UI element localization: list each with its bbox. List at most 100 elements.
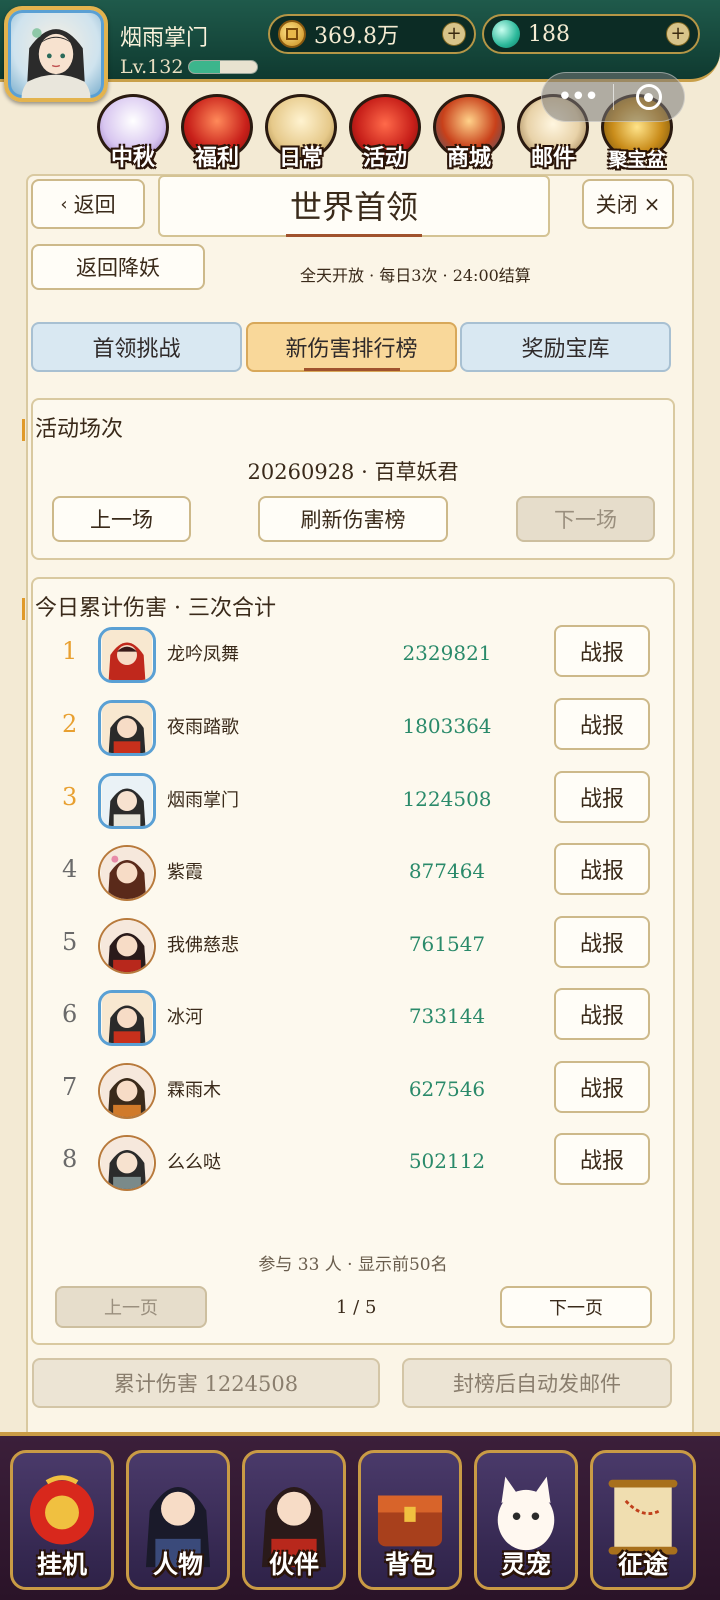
close-label: 关闭 bbox=[595, 193, 638, 217]
table-row: 3 烟雨掌门 1224508 战报 bbox=[52, 771, 652, 831]
damage-value: 877464 bbox=[408, 859, 486, 883]
more-options-icon[interactable]: ••• bbox=[542, 82, 613, 112]
exit-miniprogram-button[interactable] bbox=[614, 84, 685, 110]
jade-icon bbox=[492, 20, 520, 48]
player-name: 紫霞 bbox=[167, 862, 203, 883]
table-row: 7 霖雨木 627546 战报 bbox=[52, 1061, 652, 1121]
damage-value: 1224508 bbox=[402, 787, 492, 811]
level-progress-bar bbox=[188, 60, 258, 74]
jade-value: 188 bbox=[528, 21, 570, 47]
auto-mail-notice: 封榜后自动发邮件 bbox=[402, 1358, 672, 1408]
rank-number: 3 bbox=[62, 783, 78, 811]
battle-report-button[interactable]: 战报 bbox=[554, 1061, 650, 1113]
title-underline bbox=[286, 234, 422, 237]
tab-boss-challenge[interactable]: 首领挑战 bbox=[31, 322, 242, 372]
icon-label: 商城 bbox=[446, 145, 491, 171]
rank-number: 4 bbox=[62, 855, 78, 883]
page-title: 世界首领 bbox=[158, 175, 550, 237]
battle-report-button[interactable]: 战报 bbox=[554, 625, 650, 677]
avatar bbox=[98, 700, 156, 756]
battle-report-button[interactable]: 战报 bbox=[554, 1133, 650, 1185]
bottom-navigation: 挂机 人物 伙伴 背包 灵宠 征途 bbox=[0, 1432, 720, 1600]
rank-number: 2 bbox=[62, 710, 78, 738]
battle-report-button[interactable]: 战报 bbox=[554, 916, 650, 968]
damage-value: 1803364 bbox=[402, 714, 492, 738]
previous-session-button[interactable]: 上一场 bbox=[52, 496, 191, 542]
table-row: 1 龙吟凤舞 2329821 战报 bbox=[52, 625, 652, 685]
icon-label: 中秋 bbox=[110, 145, 155, 171]
session-title: 活动场次 bbox=[22, 419, 123, 441]
previous-page-button[interactable]: 上一页 bbox=[55, 1286, 207, 1328]
damage-value: 2329821 bbox=[402, 641, 492, 665]
nav-label: 人物 bbox=[152, 1550, 203, 1579]
table-row: 5 我佛慈悲 761547 战报 bbox=[52, 916, 652, 976]
battle-report-button[interactable]: 战报 bbox=[554, 843, 650, 895]
nav-backpack[interactable]: 背包 bbox=[358, 1450, 462, 1590]
player-portrait-icon bbox=[21, 28, 91, 98]
icon-events[interactable]: 活动 bbox=[346, 92, 424, 172]
icon-daily[interactable]: 日常 bbox=[262, 92, 340, 172]
refresh-ranking-button[interactable]: 刷新伤害榜 bbox=[258, 496, 448, 542]
next-session-button[interactable]: 下一场 bbox=[516, 496, 655, 542]
icon-label: 日常 bbox=[278, 145, 323, 171]
avatar bbox=[98, 918, 156, 974]
damage-value: 627546 bbox=[408, 1077, 486, 1101]
battle-report-button[interactable]: 战报 bbox=[554, 771, 650, 823]
battle-report-button[interactable]: 战报 bbox=[554, 698, 650, 750]
rank-number: 6 bbox=[62, 1000, 78, 1028]
nav-label: 征途 bbox=[617, 1550, 668, 1579]
avatar bbox=[98, 1135, 156, 1191]
damage-value: 733144 bbox=[408, 1004, 486, 1028]
icon-label: 邮件 bbox=[530, 145, 575, 171]
nav-idle[interactable]: 挂机 bbox=[10, 1450, 114, 1590]
jade-counter: 188 + bbox=[482, 14, 700, 54]
page-indicator: 1 / 5 bbox=[336, 1297, 377, 1318]
back-to-demon-subduing-button[interactable]: 返回降妖 bbox=[31, 244, 205, 290]
close-icon: × bbox=[643, 192, 661, 216]
close-button[interactable]: 关闭 × bbox=[582, 179, 674, 229]
coin-value: 369.8万 bbox=[314, 24, 399, 49]
nav-label: 伙伴 bbox=[268, 1550, 319, 1579]
damage-value: 761547 bbox=[408, 932, 486, 956]
player-name: 夜雨踏歌 bbox=[167, 717, 239, 738]
back-label: 返回 bbox=[73, 193, 116, 217]
tab-reward-vault[interactable]: 奖励宝库 bbox=[460, 322, 671, 372]
nav-spirit-pet[interactable]: 灵宠 bbox=[474, 1450, 578, 1590]
icon-label: 活动 bbox=[362, 145, 407, 171]
player-name: 我佛慈悲 bbox=[167, 935, 239, 956]
nav-character[interactable]: 人物 bbox=[126, 1450, 230, 1590]
nav-journey[interactable]: 征途 bbox=[590, 1450, 696, 1590]
nav-label: 挂机 bbox=[36, 1550, 87, 1579]
player-name: 么么哒 bbox=[167, 1152, 221, 1173]
back-button[interactable]: ‹ 返回 bbox=[31, 179, 145, 229]
table-row: 2 夜雨踏歌 1803364 战报 bbox=[52, 698, 652, 758]
nav-label: 灵宠 bbox=[500, 1550, 551, 1579]
next-page-button[interactable]: 下一页 bbox=[500, 1286, 652, 1328]
player-name: 冰河 bbox=[167, 1007, 203, 1028]
target-icon bbox=[635, 84, 662, 110]
icon-mid-autumn[interactable]: 中秋 bbox=[94, 92, 172, 172]
add-coins-button[interactable]: + bbox=[442, 22, 466, 46]
icon-label: 聚宝盆 bbox=[608, 149, 666, 171]
table-row: 6 冰河 733144 战报 bbox=[52, 988, 652, 1048]
miniprogram-capsule: ••• bbox=[541, 72, 685, 122]
player-name: 烟雨掌门 bbox=[120, 26, 209, 51]
tab-damage-ranking[interactable]: 新伤害排行榜 bbox=[246, 322, 457, 372]
player-name: 烟雨掌门 bbox=[167, 790, 239, 811]
icon-label: 福利 bbox=[194, 145, 239, 171]
table-row: 4 紫霞 877464 战报 bbox=[52, 843, 652, 903]
coin-counter: 369.8万 + bbox=[268, 14, 476, 54]
add-jade-button[interactable]: + bbox=[666, 22, 690, 46]
avatar bbox=[98, 990, 156, 1046]
icon-shop[interactable]: 商城 bbox=[430, 92, 508, 172]
battle-report-button[interactable]: 战报 bbox=[554, 988, 650, 1040]
icon-welfare[interactable]: 福利 bbox=[178, 92, 256, 172]
coin-icon bbox=[278, 20, 306, 48]
avatar bbox=[98, 1063, 156, 1119]
avatar bbox=[98, 845, 156, 901]
player-level: Lv.132 bbox=[120, 56, 184, 78]
player-name: 霖雨木 bbox=[167, 1080, 221, 1101]
participant-count: 参与 33 人 · 显示前50名 bbox=[258, 1255, 448, 1275]
player-avatar[interactable] bbox=[4, 6, 108, 102]
nav-partner[interactable]: 伙伴 bbox=[242, 1450, 346, 1590]
